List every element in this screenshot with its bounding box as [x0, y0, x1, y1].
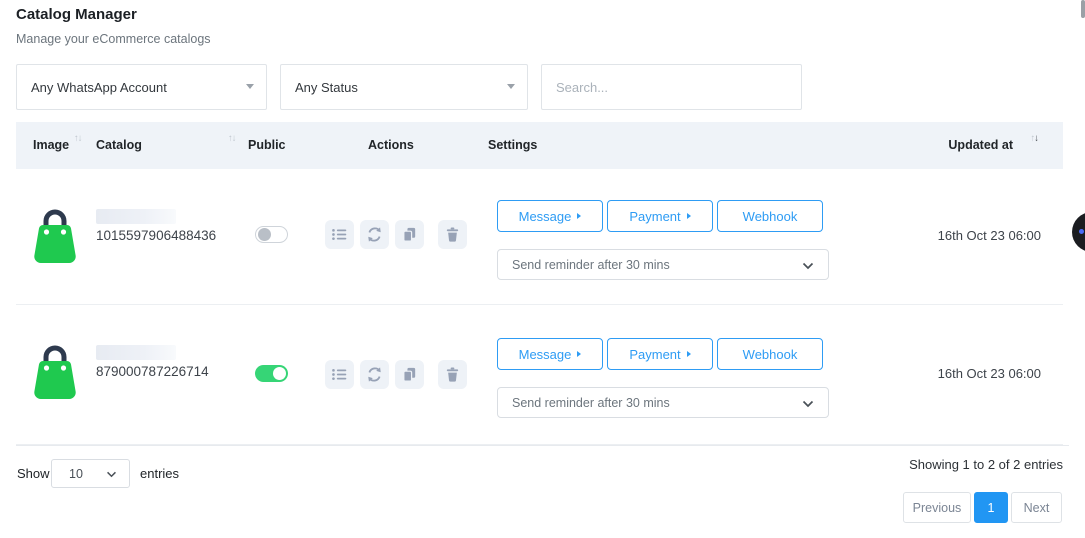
public-toggle[interactable]: [255, 365, 288, 382]
reminder-select[interactable]: Send reminder after 30 mins: [497, 249, 829, 280]
column-header-catalog[interactable]: Catalog: [96, 138, 142, 152]
submenu-caret-icon: [577, 213, 581, 219]
page-title: Catalog Manager: [16, 6, 137, 23]
list-icon: [331, 226, 348, 243]
copy-icon: [401, 366, 418, 383]
floating-widget-button[interactable]: [1072, 212, 1085, 252]
catalog-name-redacted: [96, 345, 176, 360]
column-header-public[interactable]: Public: [248, 138, 286, 152]
catalog-id: 1015597906488436: [96, 228, 216, 243]
status-dropdown-value: Any Status: [295, 80, 358, 95]
caret-down-icon: [246, 84, 254, 89]
trash-icon: [444, 226, 461, 243]
delete-button[interactable]: [438, 220, 467, 249]
submenu-caret-icon: [687, 351, 691, 357]
message-button[interactable]: Message: [497, 338, 603, 370]
status-dropdown[interactable]: Any Status: [280, 64, 528, 110]
footer-divider: [16, 445, 1069, 446]
submenu-caret-icon: [577, 351, 581, 357]
column-header-image[interactable]: Image: [33, 138, 69, 152]
row-actions: [325, 360, 473, 389]
updated-at: 16th Oct 23 06:00: [938, 366, 1041, 381]
refresh-icon: [366, 366, 383, 383]
page-subtitle: Manage your eCommerce catalogs: [16, 32, 211, 46]
next-page-button[interactable]: Next: [1011, 492, 1062, 523]
reminder-select-value: Send reminder after 30 mins: [512, 396, 670, 410]
chevron-down-icon: [802, 400, 814, 408]
search-input[interactable]: [541, 64, 802, 110]
list-icon: [331, 366, 348, 383]
updated-at: 16th Oct 23 06:00: [938, 228, 1041, 243]
sync-button[interactable]: [360, 360, 389, 389]
toggle-knob: [258, 228, 271, 241]
trash-icon: [444, 366, 461, 383]
page-size-value: 10: [69, 467, 83, 481]
webhook-button[interactable]: Webhook: [717, 338, 823, 370]
public-toggle[interactable]: [255, 226, 288, 243]
sort-icon[interactable]: ↑↓: [228, 133, 236, 144]
catalog-id: 879000787226714: [96, 364, 209, 379]
showing-entries-text: Showing 1 to 2 of 2 entries: [909, 457, 1063, 472]
scrollbar-thumb[interactable]: [1081, 0, 1085, 18]
list-items-button[interactable]: [325, 360, 354, 389]
chevron-down-icon: [802, 262, 814, 270]
previous-page-button[interactable]: Previous: [903, 492, 971, 523]
reminder-select[interactable]: Send reminder after 30 mins: [497, 387, 829, 418]
settings-buttons: Message Payment Webhook: [497, 338, 823, 370]
sort-icon[interactable]: ↑↓: [74, 133, 82, 144]
duplicate-button[interactable]: [395, 360, 424, 389]
table-header: Image ↑↓ Catalog ↑↓ Public Actions Setti…: [16, 122, 1063, 169]
payment-button[interactable]: Payment: [607, 200, 713, 232]
sync-button[interactable]: [360, 220, 389, 249]
delete-button[interactable]: [438, 360, 467, 389]
submenu-caret-icon: [687, 213, 691, 219]
whatsapp-account-dropdown-value: Any WhatsApp Account: [31, 80, 167, 95]
webhook-button[interactable]: Webhook: [717, 200, 823, 232]
shopping-bag-icon: [30, 203, 80, 265]
page-size-select[interactable]: 10: [51, 459, 130, 488]
show-label: Show: [17, 466, 50, 481]
list-items-button[interactable]: [325, 220, 354, 249]
column-header-settings[interactable]: Settings: [488, 138, 537, 152]
column-header-actions[interactable]: Actions: [368, 138, 414, 152]
catalog-manager-page: Catalog Manager Manage your eCommerce ca…: [0, 0, 1085, 538]
catalog-name-redacted: [96, 209, 176, 224]
sort-icon-active[interactable]: ↑↓: [1031, 133, 1039, 144]
row-actions: [325, 220, 473, 249]
current-page-button[interactable]: 1: [974, 492, 1008, 523]
column-header-updated-at[interactable]: Updated at: [948, 138, 1013, 152]
shopping-bag-icon: [30, 339, 80, 401]
payment-button[interactable]: Payment: [607, 338, 713, 370]
chevron-down-icon: [106, 471, 117, 478]
refresh-icon: [366, 226, 383, 243]
settings-buttons: Message Payment Webhook: [497, 200, 823, 232]
whatsapp-account-dropdown[interactable]: Any WhatsApp Account: [16, 64, 267, 110]
reminder-select-value: Send reminder after 30 mins: [512, 258, 670, 272]
toggle-knob: [273, 367, 286, 380]
message-button[interactable]: Message: [497, 200, 603, 232]
caret-down-icon: [507, 84, 515, 89]
table-row: 1015597906488436: [16, 169, 1063, 305]
copy-icon: [401, 226, 418, 243]
entries-label: entries: [140, 466, 179, 481]
widget-dot-icon: [1079, 229, 1084, 234]
duplicate-button[interactable]: [395, 220, 424, 249]
table-row: 879000787226714: [16, 305, 1063, 445]
